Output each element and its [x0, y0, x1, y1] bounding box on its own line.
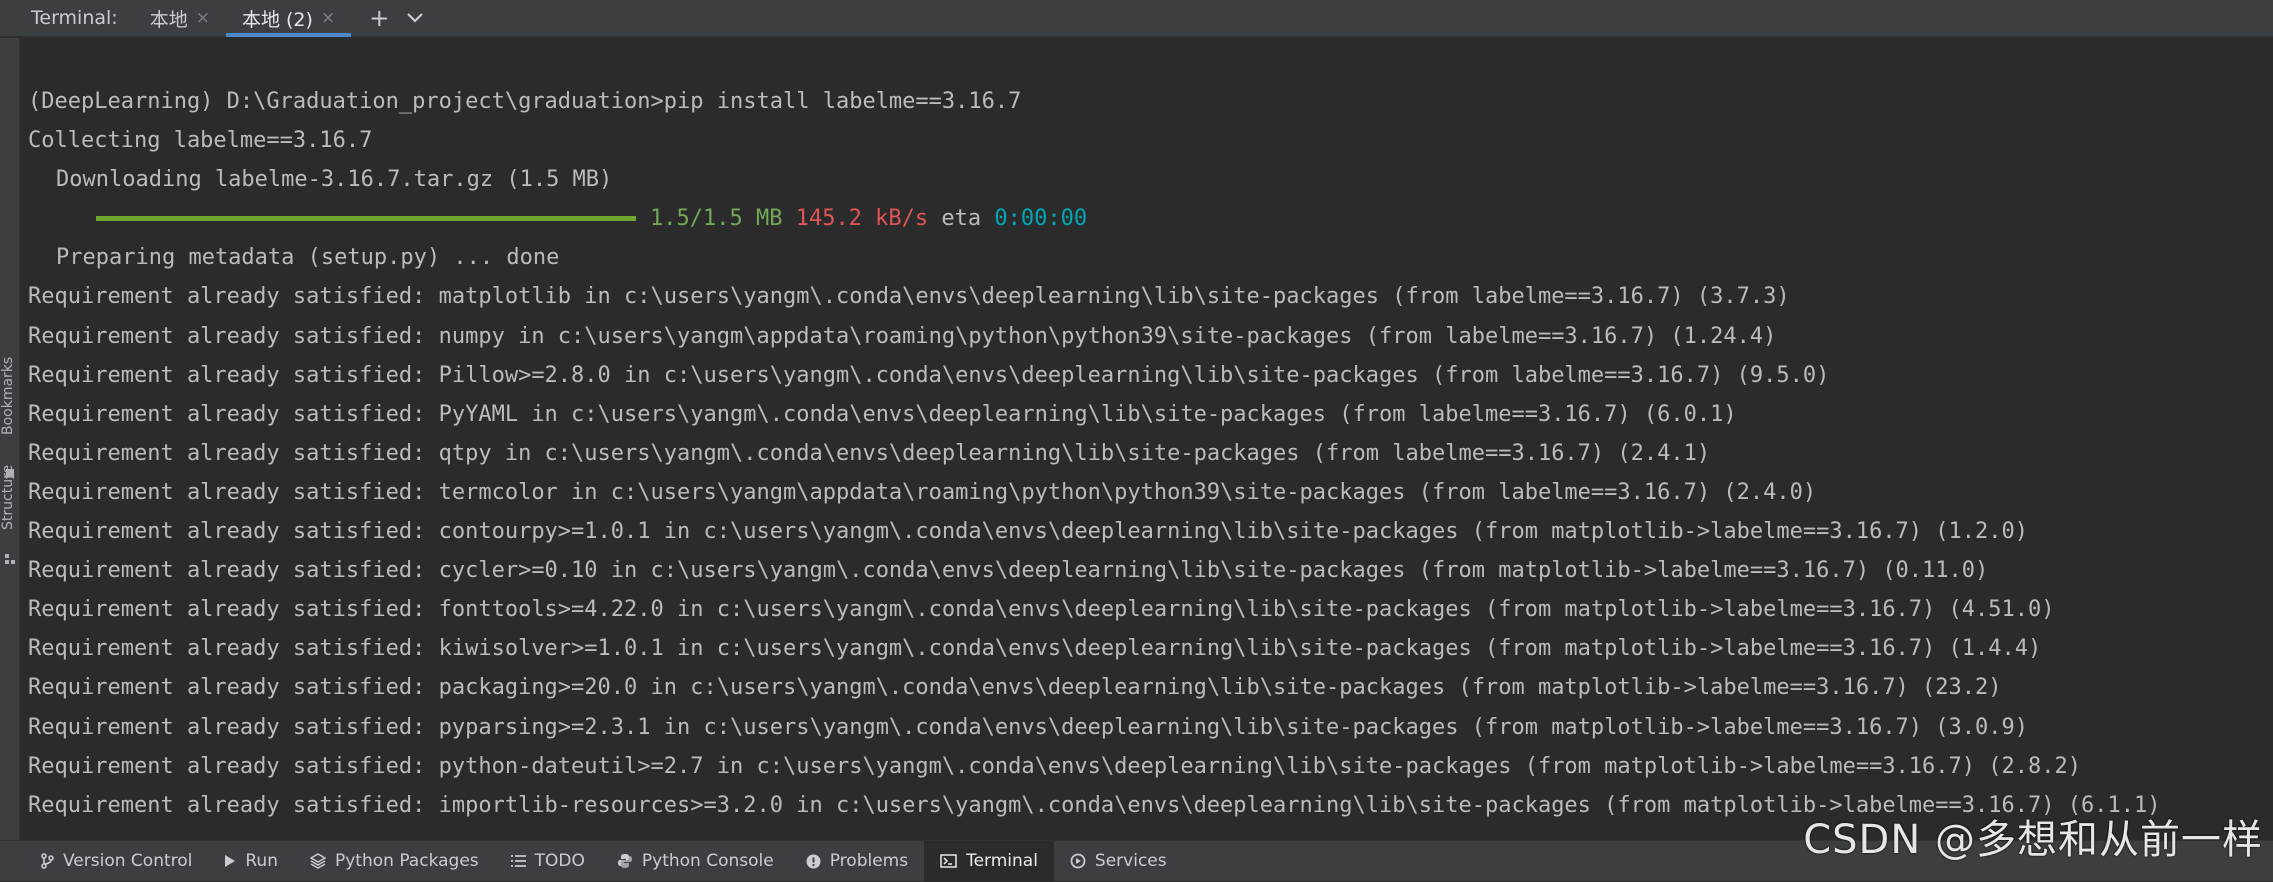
play-icon — [224, 854, 236, 868]
todo-label: TODO — [534, 851, 585, 871]
layers-icon — [309, 853, 326, 869]
chevron-down-icon[interactable] — [407, 13, 424, 23]
list-icon — [510, 855, 526, 867]
requirement-line: Requirement already satisfied: contourpy… — [28, 519, 2029, 545]
requirement-line: Requirement already satisfied: PyYAML in… — [28, 401, 1737, 427]
close-icon[interactable]: × — [321, 8, 335, 28]
info-icon — [806, 854, 821, 869]
requirement-line: Requirement already satisfied: cycler>=0… — [28, 558, 1989, 584]
structure-tool-label[interactable]: Structure — [0, 465, 20, 530]
run-label: Run — [245, 851, 278, 871]
download-progress-bar — [96, 216, 636, 222]
progress-speed: 145.2 kB/s — [795, 206, 929, 232]
tab-local-2[interactable]: 本地 (2) × — [225, 0, 352, 37]
requirement-line: Requirement already satisfied: python-da… — [28, 753, 2081, 779]
csdn-watermark: CSDN @多想和从前一样 — [1803, 817, 2263, 863]
python-packages-label: Python Packages — [334, 851, 479, 871]
add-tab-icon[interactable]: + — [369, 4, 389, 32]
left-tool-strip: Bookmarks Structure — [0, 38, 20, 840]
progress-line: 1.5/1.5 MB 145.2 kB/s eta 0:00:00 — [20, 199, 2273, 238]
requirement-line: Requirement already satisfied: kiwisolve… — [28, 636, 2042, 662]
version-control-label: Version Control — [63, 851, 193, 871]
downloading-line: Downloading labelme-3.16.7.tar.gz (1.5 M… — [56, 167, 613, 193]
eta-value: 0:00:00 — [994, 206, 1088, 232]
structure-icon[interactable] — [4, 553, 16, 565]
progress-size: 1.5/1.5 MB — [650, 206, 783, 232]
python-packages-button[interactable]: Python Packages — [294, 841, 495, 882]
problems-button[interactable]: Problems — [790, 841, 924, 882]
terminal-icon — [940, 854, 957, 868]
run-button[interactable]: Run — [208, 841, 294, 882]
bookmarks-tool-label[interactable]: Bookmarks — [0, 357, 20, 435]
python-console-button[interactable]: Python Console — [601, 841, 790, 882]
terminal-output[interactable]: (DeepLearning) D:\Graduation_project\gra… — [20, 38, 2273, 840]
python-console-label: Python Console — [641, 851, 774, 871]
terminal-label: Terminal — [966, 851, 1038, 871]
collecting-line: Collecting labelme==3.16.7 — [28, 128, 373, 154]
todo-button[interactable]: TODO — [495, 841, 601, 882]
requirement-line: Requirement already satisfied: matplotli… — [28, 284, 1790, 310]
tab-label: 本地 (2) — [241, 8, 313, 31]
requirement-line: Requirement already satisfied: packaging… — [28, 675, 2002, 701]
services-button[interactable]: Services — [1054, 841, 1183, 882]
problems-label: Problems — [829, 851, 909, 871]
requirement-line: Requirement already satisfied: Pillow>=2… — [28, 362, 1830, 388]
terminal-button[interactable]: Terminal — [924, 840, 1054, 882]
python-icon — [617, 853, 633, 869]
requirement-line: Requirement already satisfied: termcolor… — [28, 479, 1817, 505]
services-icon — [1070, 853, 1086, 869]
branch-icon — [40, 853, 54, 869]
requirement-line: Requirement already satisfied: pyparsing… — [28, 714, 2029, 740]
close-icon[interactable]: × — [196, 8, 210, 28]
services-label: Services — [1094, 851, 1167, 871]
requirement-line: Requirement already satisfied: numpy in … — [28, 323, 1777, 349]
requirement-line: Requirement already satisfied: fonttools… — [28, 597, 2055, 623]
version-control-button[interactable]: Version Control — [0, 841, 208, 882]
preparing-line: Preparing metadata (setup.py) ... done — [56, 245, 560, 271]
tab-local[interactable]: 本地 × — [134, 0, 226, 37]
prompt-line: (DeepLearning) D:\Graduation_project\gra… — [28, 89, 1022, 114]
terminal-tab-bar: Terminal: 本地 × 本地 (2) × + — [0, 0, 2273, 37]
requirements-list: Requirement already satisfied: matplotli… — [20, 277, 2273, 824]
tab-label: 本地 — [149, 8, 188, 31]
eta-label: eta — [941, 206, 982, 232]
terminal-title: Terminal: — [31, 7, 118, 29]
requirement-line: Requirement already satisfied: qtpy in c… — [28, 440, 1711, 466]
